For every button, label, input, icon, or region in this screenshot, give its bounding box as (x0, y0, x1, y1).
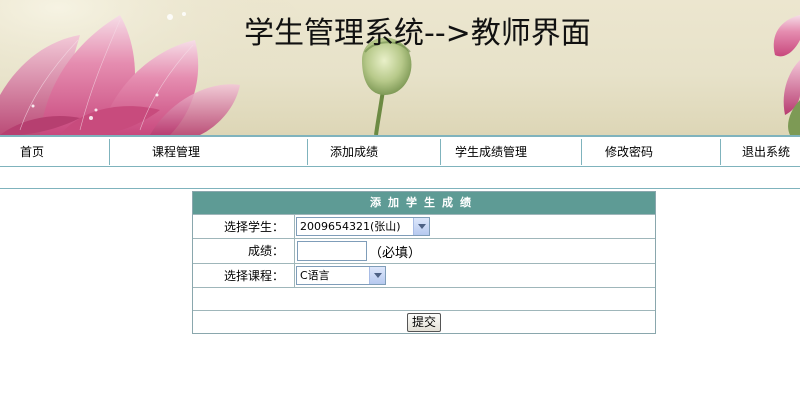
nav-divider (307, 139, 308, 165)
nav-item-add-score[interactable]: 添加成绩 (330, 137, 378, 167)
row-divider (193, 287, 655, 288)
nav-underline-divider (0, 188, 800, 189)
row-divider (193, 310, 655, 311)
main-nav: 首页 课程管理 添加成绩 学生成绩管理 修改密码 退出系统 (0, 135, 800, 167)
header-banner: 学生管理系统-->教师界面 (0, 0, 800, 135)
course-select[interactable]: C语言 (296, 266, 386, 285)
student-select[interactable]: 2009654321(张山) (296, 217, 430, 236)
nav-item-course-management[interactable]: 课程管理 (152, 137, 200, 167)
chevron-down-icon (413, 218, 429, 235)
nav-divider (581, 139, 582, 165)
row-divider (193, 214, 655, 215)
course-label: 选择课程： (223, 269, 284, 283)
nav-divider (720, 139, 721, 165)
form-heading: 添加学生成绩 (193, 192, 655, 214)
submit-button[interactable]: 提交 (407, 313, 441, 332)
nav-item-logout[interactable]: 退出系统 (742, 137, 790, 167)
page-title: 学生管理系统-->教师界面 (244, 16, 591, 51)
nav-item-change-password[interactable]: 修改密码 (605, 137, 653, 167)
nav-divider (109, 139, 110, 165)
chevron-down-icon (369, 267, 385, 284)
score-label: 成绩： (247, 244, 284, 258)
nav-divider (440, 139, 441, 165)
score-input[interactable] (297, 241, 367, 261)
nav-item-student-score-management[interactable]: 学生成绩管理 (455, 137, 527, 167)
nav-item-home[interactable]: 首页 (20, 137, 44, 167)
add-score-form: 添加学生成绩 选择学生： 2009654321(张山) 成绩： （必填） 选择课… (192, 191, 656, 334)
required-hint: （必填） (369, 246, 422, 261)
student-select-value: 2009654321(张山) (300, 220, 401, 233)
course-select-value: C语言 (300, 269, 330, 282)
column-divider (294, 214, 295, 287)
row-divider (193, 238, 655, 239)
student-label: 选择学生： (223, 220, 284, 234)
row-divider (193, 263, 655, 264)
